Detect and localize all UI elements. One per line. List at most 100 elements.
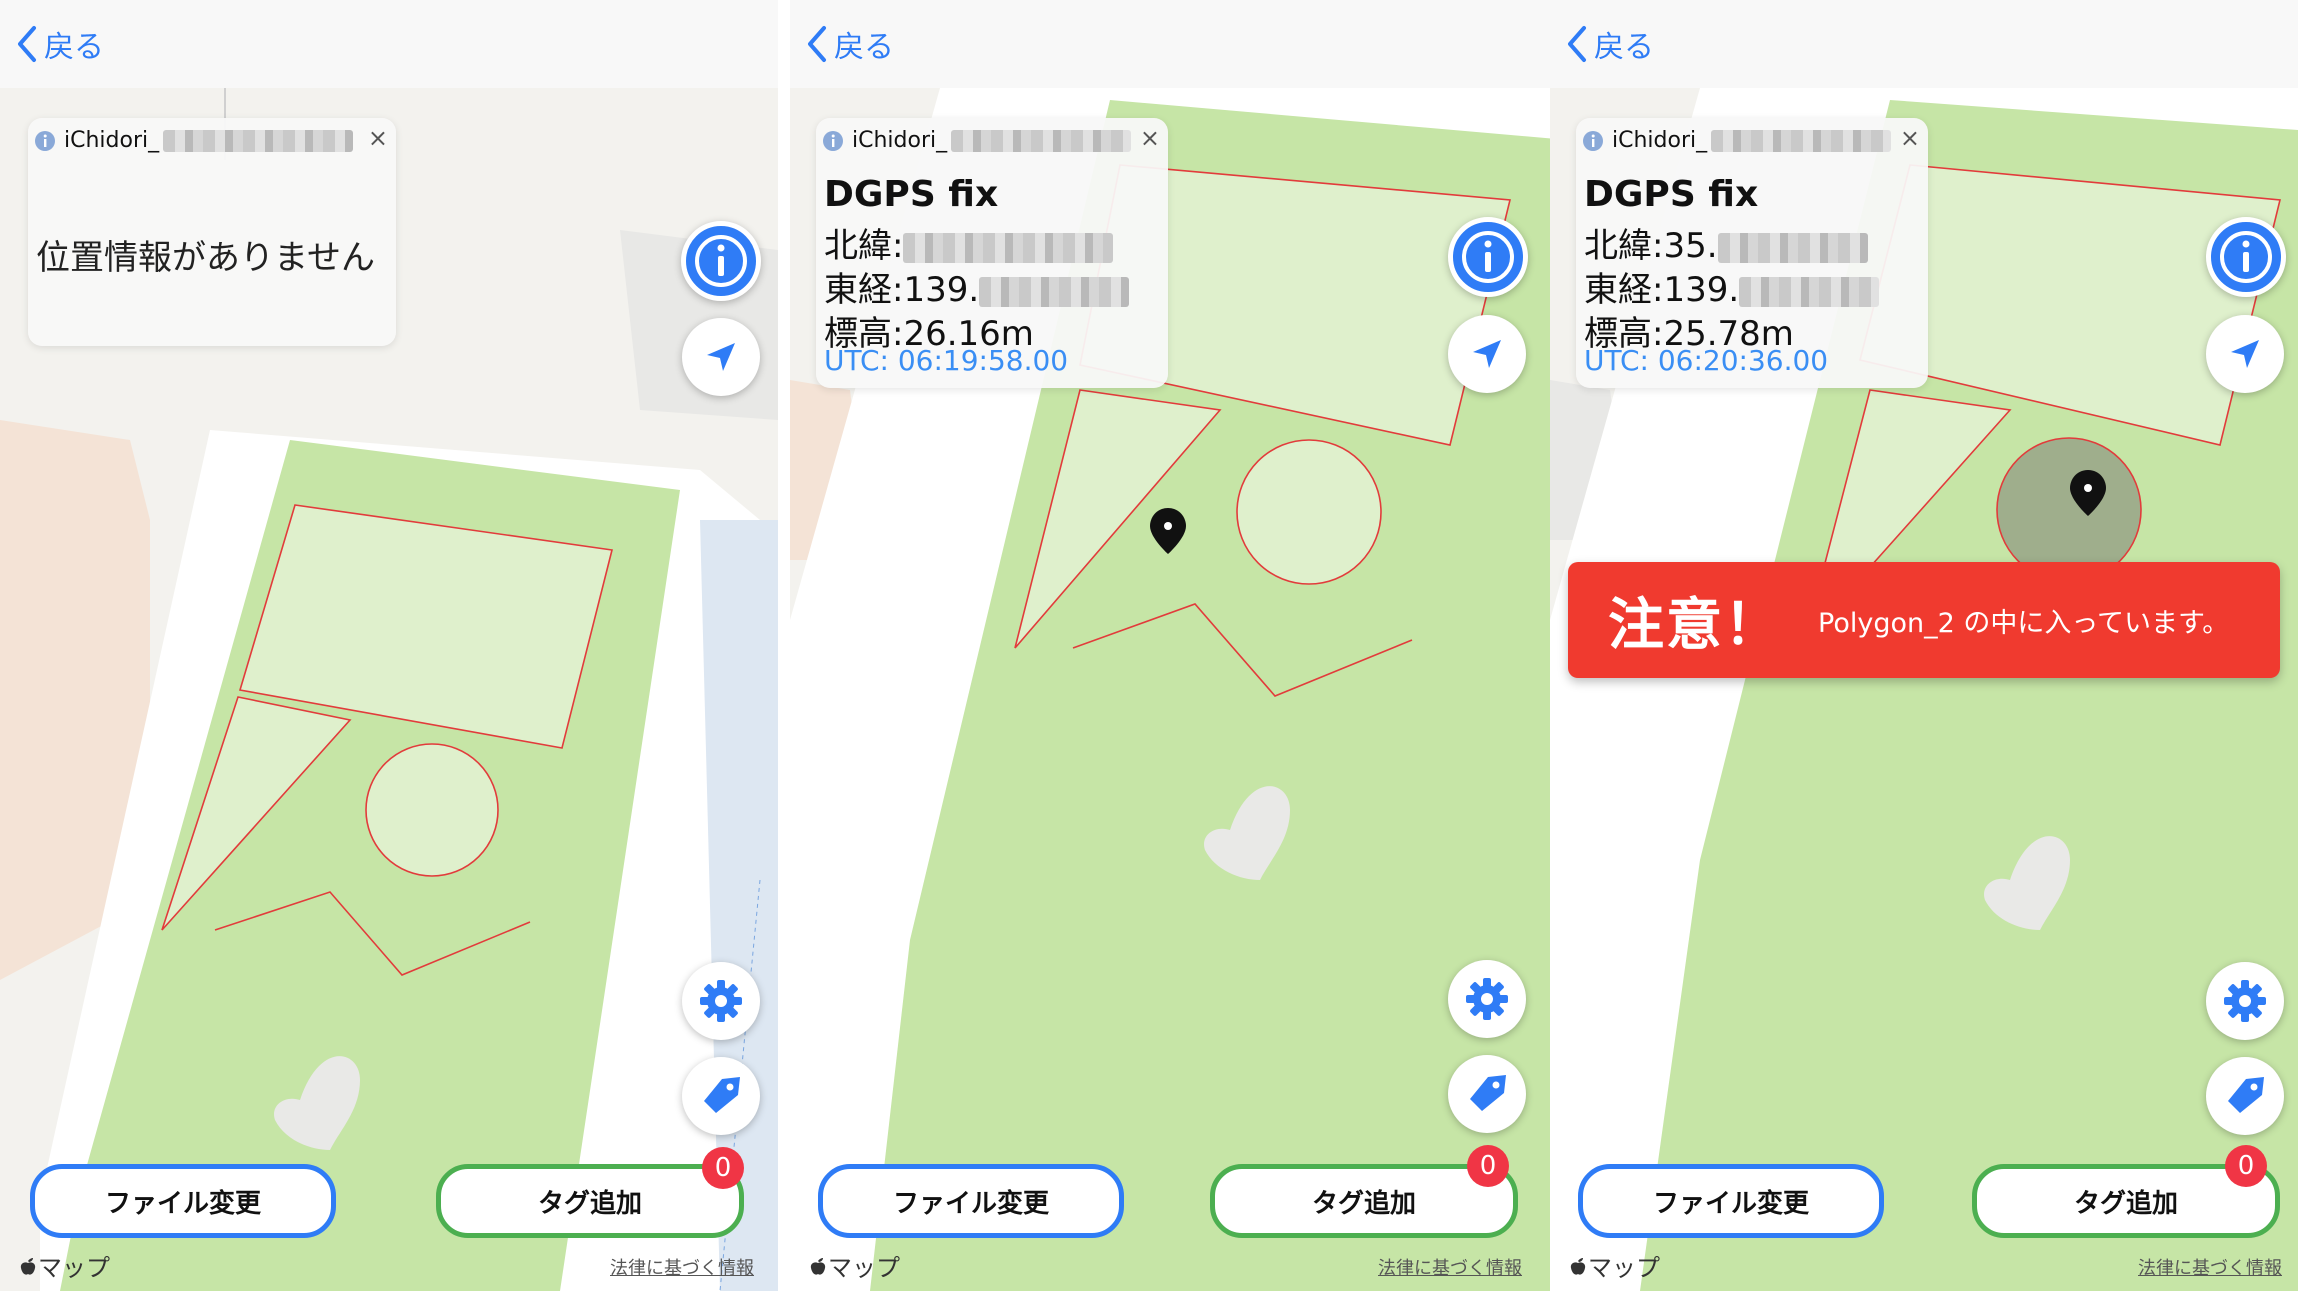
chevron-left-icon [18, 26, 36, 62]
latitude-label: 北緯: [1584, 226, 1664, 266]
tag-button[interactable] [1448, 1055, 1526, 1133]
settings-button[interactable] [2206, 962, 2284, 1040]
longitude-label: 東経: [824, 270, 904, 310]
longitude-value: 139. [1663, 270, 1740, 310]
add-tag-button[interactable]: タグ追加 [436, 1164, 744, 1238]
back-button[interactable]: 戻る [806, 18, 894, 70]
back-label: 戻る [44, 30, 104, 65]
locate-button[interactable] [2206, 315, 2284, 393]
maps-label: マップ [1588, 1254, 1660, 1282]
screenshot-panel-2: 戻る iChidori_ × DGPS fix 北緯: 東経:139. 標高:2… [790, 0, 1568, 1291]
apple-logo-icon [20, 1257, 36, 1275]
status-card: iChidori_ × 位置情報がありません [28, 118, 396, 346]
tag-button[interactable] [2206, 1057, 2284, 1135]
chevron-left-icon [1568, 26, 1586, 62]
latitude: 北緯: [824, 218, 1114, 267]
settings-button[interactable] [1448, 960, 1526, 1038]
alert-message: Polygon_2 の中に入っています。 [1818, 607, 2230, 639]
status-card: iChidori_ × DGPS fix 北緯:35. 東経:139. 標高:2… [1576, 118, 1928, 388]
geofence-alert[interactable]: 注意！ Polygon_2 の中に入っています。 [1568, 562, 2280, 678]
longitude-value: 139. [903, 270, 980, 310]
longitude-label: 東経: [1584, 270, 1664, 310]
card-close-button[interactable]: × [368, 124, 388, 152]
fix-type: DGPS fix [1584, 174, 1759, 215]
legal-link[interactable]: 法律に基づく情報 [2138, 1254, 2282, 1280]
apple-logo-icon [1570, 1257, 1586, 1275]
info-small-icon [1583, 130, 1603, 151]
legal-link[interactable]: 法律に基づく情報 [1378, 1254, 1522, 1280]
screenshot-panel-1: 戻る iChidori_ × 位置情報がありません ファイル変更 タグ追加 0 … [0, 0, 778, 1291]
add-tag-label: タグ追加 [537, 1188, 642, 1219]
info-icon [2220, 231, 2272, 283]
file-change-button[interactable]: ファイル変更 [30, 1164, 336, 1238]
maps-logo: マップ [1568, 1248, 1660, 1283]
tag-button[interactable] [682, 1057, 760, 1135]
back-label: 戻る [1594, 30, 1654, 65]
device-name: iChidori_ [852, 128, 948, 153]
file-change-button[interactable]: ファイル変更 [818, 1164, 1124, 1238]
back-button[interactable]: 戻る [1566, 18, 1654, 70]
locate-button[interactable] [682, 318, 760, 396]
card-header: iChidori_ [822, 128, 1132, 153]
utc-time: UTC: 06:19:58.00 [824, 344, 1069, 377]
chevron-left-icon [808, 26, 826, 62]
info-icon [695, 235, 747, 287]
redacted-id [1711, 129, 1892, 152]
latitude-value: 35. [1663, 226, 1718, 266]
redacted-id [951, 129, 1132, 152]
tag-count-badge: 0 [702, 1147, 744, 1189]
longitude: 東経:139. [1584, 262, 1880, 311]
gear-icon [700, 980, 742, 1022]
info-button[interactable] [2206, 217, 2286, 297]
file-change-label: ファイル変更 [892, 1188, 1049, 1219]
legal-link[interactable]: 法律に基づく情報 [610, 1254, 754, 1280]
tag-count-badge: 0 [1467, 1145, 1509, 1187]
locate-button[interactable] [1448, 315, 1526, 393]
file-change-label: ファイル変更 [104, 1188, 261, 1219]
screenshot-panel-3: 戻る iChidori_ × DGPS fix 北緯:35. 東経:139. 標… [1550, 0, 2298, 1291]
device-name: iChidori_ [64, 128, 160, 153]
location-arrow-icon [707, 343, 735, 371]
back-label: 戻る [834, 30, 894, 65]
gear-icon [1466, 978, 1508, 1020]
longitude: 東経:139. [824, 262, 1130, 311]
maps-logo: マップ [808, 1248, 900, 1283]
redacted-latitude [1717, 232, 1868, 263]
add-tag-label: タグ追加 [1311, 1188, 1416, 1219]
info-small-icon [823, 130, 843, 151]
nav-bar: 戻る [790, 0, 1568, 88]
tag-icon [1470, 1075, 1506, 1111]
file-change-label: ファイル変更 [1652, 1188, 1809, 1219]
tag-count-badge: 0 [2225, 1145, 2267, 1187]
location-arrow-icon [2231, 340, 2259, 368]
maps-logo: マップ [18, 1248, 110, 1283]
fix-type: DGPS fix [824, 174, 999, 215]
nav-bar: 戻る [1550, 0, 2298, 88]
location-arrow-icon [1473, 340, 1501, 368]
add-tag-label: タグ追加 [2073, 1188, 2178, 1219]
maps-label: マップ [38, 1254, 110, 1282]
settings-button[interactable] [682, 962, 760, 1040]
tag-icon [704, 1077, 740, 1113]
redacted-longitude [1739, 276, 1880, 307]
redacted-latitude [903, 232, 1114, 263]
info-button[interactable] [681, 221, 761, 301]
gear-icon [2224, 980, 2266, 1022]
alert-title: 注意！ [1608, 592, 1782, 658]
no-location-message: 位置情報がありません [36, 238, 375, 278]
latitude: 北緯:35. [1584, 218, 1868, 267]
card-close-button[interactable]: × [1900, 124, 1920, 152]
device-name: iChidori_ [1612, 128, 1708, 153]
tag-icon [2228, 1077, 2264, 1113]
file-change-button[interactable]: ファイル変更 [1578, 1164, 1884, 1238]
back-button[interactable]: 戻る [16, 18, 104, 70]
maps-label: マップ [828, 1254, 900, 1282]
status-card: iChidori_ × DGPS fix 北緯: 東経:139. 標高:26.1… [816, 118, 1168, 388]
latitude-label: 北緯: [824, 226, 904, 266]
apple-logo-icon [810, 1257, 826, 1275]
card-header: iChidori_ [34, 128, 354, 153]
card-close-button[interactable]: × [1140, 124, 1160, 152]
utc-time: UTC: 06:20:36.00 [1584, 344, 1829, 377]
info-small-icon [35, 130, 55, 151]
info-button[interactable] [1448, 217, 1528, 297]
